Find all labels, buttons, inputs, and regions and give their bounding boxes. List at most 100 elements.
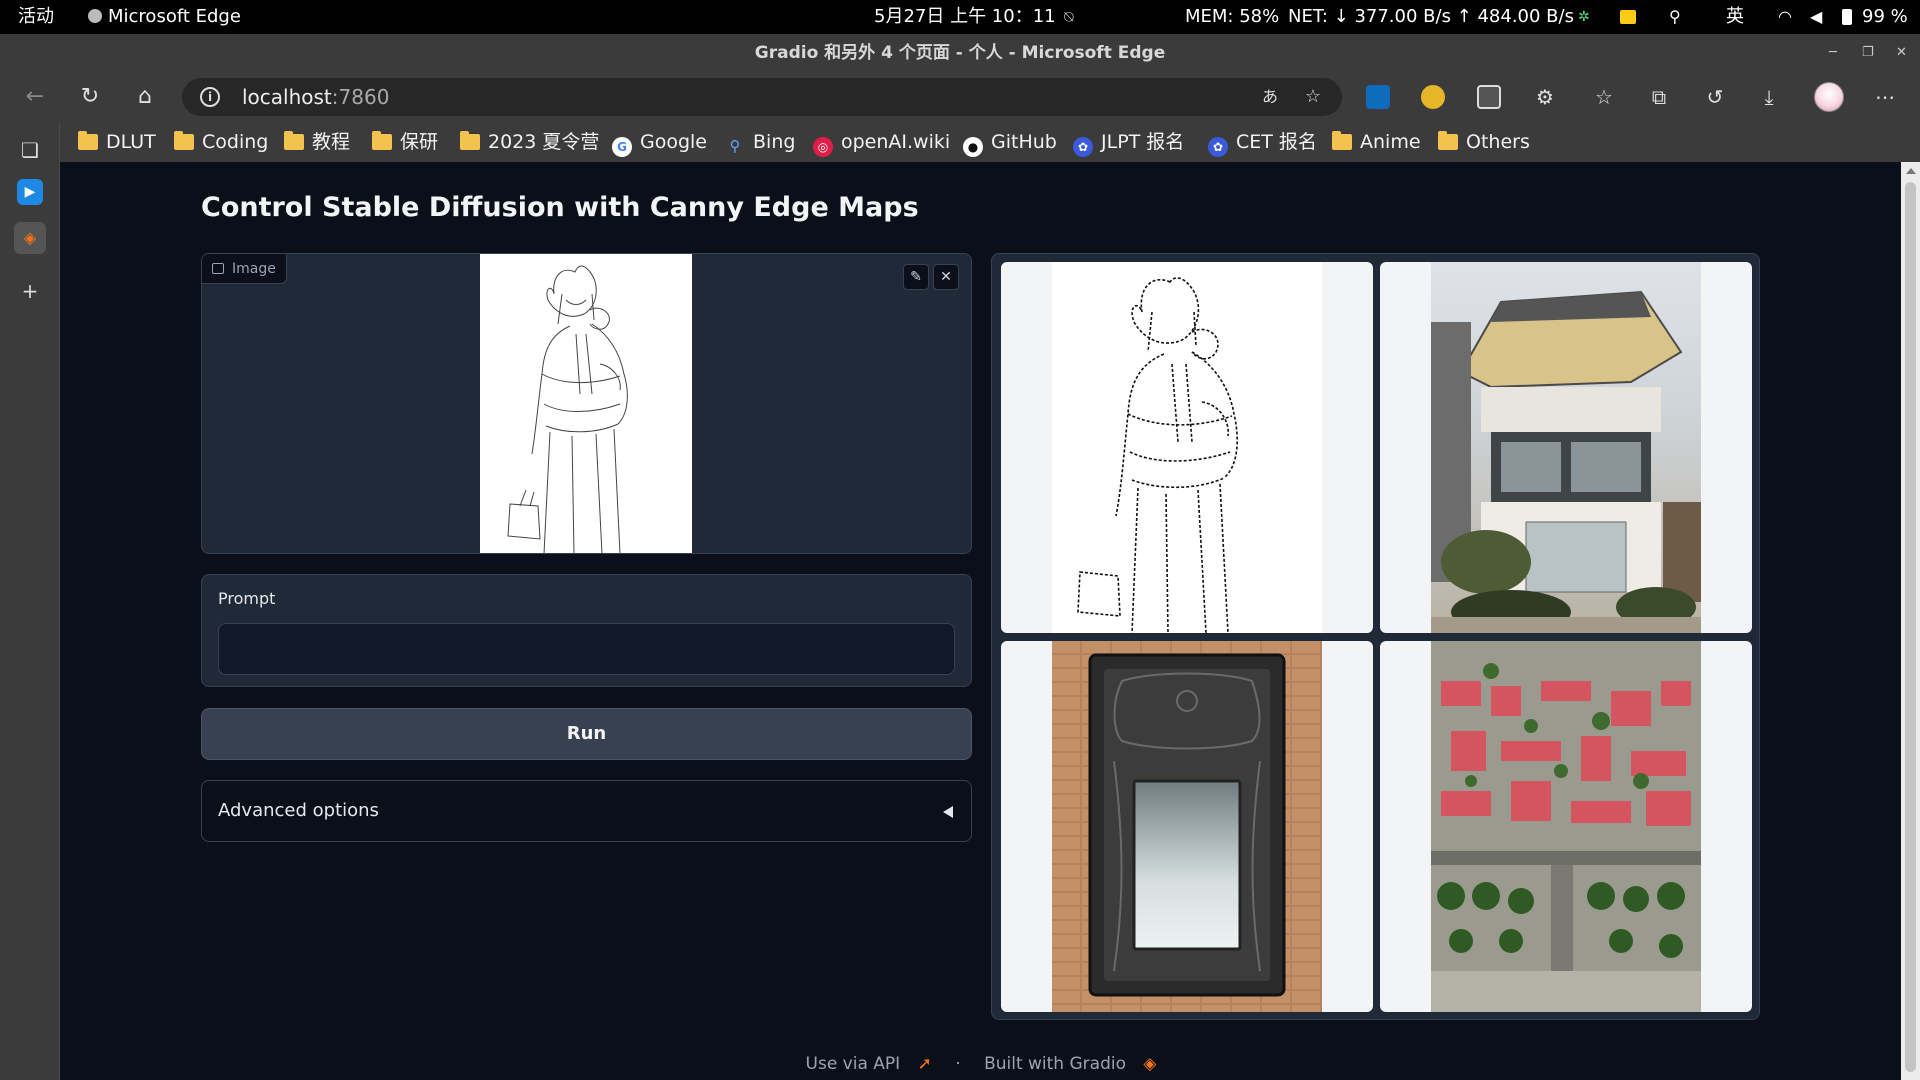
gallery-item-aerial[interactable] [1380, 641, 1752, 1012]
gallery-item-house[interactable] [1380, 262, 1752, 633]
wechat-tray-icon[interactable]: ✲ [1578, 9, 1594, 25]
mirror-image [1052, 641, 1322, 1012]
page-scrollbar[interactable] [1901, 162, 1920, 1080]
volume-icon[interactable]: ◀ [1810, 9, 1826, 25]
fav-others[interactable]: Others [1438, 122, 1530, 162]
built-with-gradio-link[interactable]: Built with Gradio ◈ [978, 1054, 1162, 1074]
house-image [1431, 262, 1701, 633]
edge-map-drawing [1077, 277, 1238, 633]
fav-anime[interactable]: Anime [1332, 122, 1421, 162]
site-info-icon[interactable]: i [200, 87, 220, 107]
add-favorite-icon[interactable]: ☆ [1301, 85, 1325, 109]
house-drawing [1431, 290, 1701, 633]
fav-github[interactable]: ● GitHub [963, 122, 1057, 162]
scroll-up-arrow-icon[interactable] [1906, 168, 1916, 174]
run-button[interactable]: Run [201, 708, 972, 760]
home-button[interactable]: ⌂ [129, 81, 161, 113]
folder-icon [174, 131, 194, 150]
fav-jlpt[interactable]: ✿ JLPT 报名 [1073, 122, 1184, 162]
scrollbar-thumb[interactable] [1905, 182, 1916, 1072]
pikachu-extension-icon[interactable] [1421, 85, 1445, 109]
output-gallery [991, 253, 1760, 1020]
minimize-icon[interactable]: ─ [1829, 34, 1837, 72]
folder-icon [1332, 131, 1352, 150]
accessibility-icon[interactable]: ⚲ [1669, 9, 1685, 25]
new-tab-icon[interactable]: + [14, 275, 46, 307]
input-method-indicator[interactable]: 英 [1726, 0, 1744, 34]
built-with-text: Built with Gradio [984, 1054, 1126, 1074]
page-footer: Use via API ➚ · Built with Gradio ◈ [61, 1054, 1901, 1074]
image-input[interactable]: Image ✎ ✕ [201, 253, 972, 554]
rocket-icon: ➚ [917, 1054, 932, 1074]
history-icon[interactable]: ↺ [1700, 82, 1730, 112]
page-viewport: Control Stable Diffusion with Canny Edge… [61, 162, 1901, 1080]
more-menu-icon[interactable]: ⋯ [1870, 82, 1900, 112]
fav-label: Others [1466, 131, 1530, 153]
fav-bing[interactable]: ⚲ Bing [725, 122, 796, 162]
uploaded-sketch-image[interactable] [480, 254, 692, 553]
back-button[interactable]: ← [19, 81, 51, 113]
wifi-icon[interactable]: ◠ [1778, 9, 1794, 25]
fav-tutorials[interactable]: 教程 [284, 122, 350, 162]
sidebar-gradio-tab-icon[interactable]: ◈ [14, 222, 46, 254]
folder-icon [372, 131, 392, 150]
fav-dlut[interactable]: DLUT [78, 122, 156, 162]
activities-button[interactable]: 活动 [18, 0, 54, 34]
address-bar[interactable]: i localhost:7860 あ ☆ [182, 78, 1342, 116]
refresh-button[interactable]: ↻ [74, 81, 106, 113]
aerial-drawing [1431, 641, 1701, 1012]
image-block-label: Image [202, 254, 287, 284]
gallery-item-edge-map[interactable] [1001, 262, 1373, 633]
fav-label: 教程 [312, 131, 351, 153]
read-aloud-translate-icon[interactable]: あ [1258, 85, 1282, 109]
screen-reader-extension-icon[interactable] [1477, 85, 1501, 109]
footer-separator: · [955, 1054, 961, 1074]
image-icon [212, 263, 224, 274]
fav-summer-camp[interactable]: 2023 夏令营 [460, 122, 599, 162]
active-app-name: Microsoft Edge [108, 6, 241, 27]
folder-icon [460, 131, 480, 150]
prompt-input[interactable] [218, 623, 955, 675]
fav-label: Coding [202, 131, 269, 153]
sidebar-media-icon[interactable]: ▶ [17, 179, 43, 205]
clock[interactable]: 5月27日 上午 10：11 [874, 0, 1056, 34]
openai-wiki-icon: ◎ [813, 137, 833, 157]
favorites-icon[interactable]: ☆ [1589, 82, 1619, 112]
profile-avatar[interactable] [1814, 82, 1844, 112]
restore-icon[interactable]: ❐ [1862, 34, 1874, 72]
tab-actions-icon[interactable]: ❏ [14, 134, 46, 166]
aerial-image [1431, 641, 1701, 1012]
clear-image-button[interactable]: ✕ [933, 264, 959, 290]
fav-cet[interactable]: ✿ CET 报名 [1208, 122, 1317, 162]
api-link-text: Use via API [805, 1054, 901, 1074]
gallery-item-mirror[interactable] [1001, 641, 1373, 1012]
battery-icon[interactable] [1842, 9, 1852, 25]
fav-baoyan[interactable]: 保研 [372, 122, 438, 162]
edit-image-button[interactable]: ✎ [903, 264, 929, 290]
collections-icon[interactable]: ⧉ [1644, 82, 1674, 112]
notes-tray-icon[interactable] [1620, 10, 1636, 24]
window-title-bar: Gradio 和另外 4 个页面 - 个人 - Microsoft Edge ─… [0, 34, 1920, 72]
url-host: localhost [242, 85, 332, 109]
extensions-icon[interactable]: ⚙ [1530, 82, 1560, 112]
fav-label: Bing [753, 131, 796, 153]
advanced-options-accordion[interactable]: Advanced options [201, 780, 972, 842]
prompt-block: Prompt [201, 574, 972, 687]
use-via-api-link[interactable]: Use via API ➚ [800, 1054, 938, 1074]
fav-openai-wiki[interactable]: ◎ openAI.wiki [813, 122, 950, 162]
image-label-text: Image [232, 261, 276, 277]
network-readout: NET: ↓ 377.00 B/s ↑ 484.00 B/s [1288, 6, 1574, 27]
fav-label: openAI.wiki [841, 131, 951, 153]
outlook-extension-icon[interactable] [1366, 85, 1390, 109]
cet-icon: ✿ [1208, 137, 1228, 157]
gradio-logo-icon: ◈ [1143, 1054, 1157, 1074]
fav-label: Google [640, 131, 708, 153]
fav-coding[interactable]: Coding [174, 122, 268, 162]
fav-label: 保研 [400, 131, 439, 153]
close-window-icon[interactable]: ✕ [1896, 34, 1907, 72]
mirror-drawing [1052, 641, 1322, 1012]
fav-google[interactable]: G Google [612, 122, 707, 162]
jlpt-icon: ✿ [1073, 137, 1093, 157]
active-app-indicator[interactable]: Microsoft Edge [88, 0, 241, 34]
downloads-icon[interactable]: ⤓ [1754, 82, 1784, 112]
